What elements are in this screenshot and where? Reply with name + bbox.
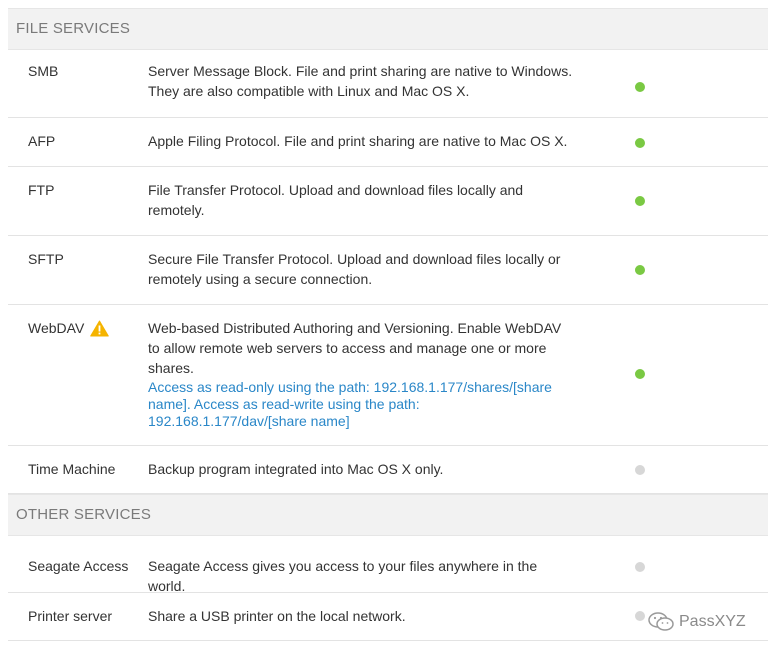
service-row-sftp: SFTP Secure File Transfer Protocol. Uplo…: [8, 236, 768, 305]
service-description: Backup program integrated into Mac OS X …: [148, 461, 444, 477]
status-indicator-webdav[interactable]: [635, 369, 645, 379]
service-row-seagate-access: Seagate Access Seagate Access gives you …: [8, 536, 768, 594]
service-row-time-machine: Time Machine Backup program integrated i…: [8, 446, 768, 494]
section-header-file-services: FILE SERVICES: [8, 8, 768, 50]
service-name: AFP: [28, 133, 56, 149]
service-description: Apple Filing Protocol. File and print sh…: [148, 133, 568, 149]
service-name-container: WebDAV: [8, 318, 148, 338]
service-description: Seagate Access gives you access to your …: [148, 558, 538, 594]
services-panel: FILE SERVICES SMB Server Message Block. …: [8, 8, 768, 641]
section-header-other-services: OTHER SERVICES: [8, 494, 768, 536]
wechat-logo-icon: [648, 612, 674, 632]
watermark-text: PassXYZ: [679, 613, 746, 630]
service-name: Printer server: [28, 608, 113, 624]
service-row-ftp: FTP File Transfer Protocol. Upload and d…: [8, 167, 768, 236]
service-row-afp: AFP Apple Filing Protocol. File and prin…: [8, 118, 768, 167]
status-indicator-sftp[interactable]: [635, 265, 645, 275]
warning-icon[interactable]: [90, 320, 110, 337]
service-name: SMB: [28, 63, 59, 79]
service-row-smb: SMB Server Message Block. File and print…: [8, 50, 768, 118]
service-description: Secure File Transfer Protocol. Upload an…: [148, 251, 561, 287]
service-description: Server Message Block. File and print sha…: [148, 63, 573, 99]
status-indicator-ftp[interactable]: [635, 196, 645, 206]
service-name: SFTP: [28, 251, 64, 267]
service-name: Seagate Access: [28, 558, 129, 574]
status-indicator-afp[interactable]: [635, 138, 645, 148]
service-row-webdav: WebDAV Web-based Distributed Authoring a…: [8, 305, 768, 446]
status-indicator-printer-server[interactable]: [635, 611, 645, 621]
service-name: FTP: [28, 182, 55, 198]
status-indicator-time-machine[interactable]: [635, 465, 645, 475]
service-name: WebDAV: [28, 320, 85, 336]
status-indicator-smb[interactable]: [635, 82, 645, 92]
service-name: Time Machine: [28, 461, 116, 477]
status-indicator-seagate-access[interactable]: [635, 562, 645, 572]
service-description-container: Web-based Distributed Authoring and Vers…: [148, 318, 573, 430]
service-description: Share a USB printer on the local network…: [148, 608, 406, 624]
webdav-path-info: Access as read-only using the path: 192.…: [148, 379, 552, 429]
watermark: PassXYZ: [648, 612, 746, 632]
service-description: Web-based Distributed Authoring and Vers…: [148, 320, 562, 376]
service-description: File Transfer Protocol. Upload and downl…: [148, 182, 524, 218]
